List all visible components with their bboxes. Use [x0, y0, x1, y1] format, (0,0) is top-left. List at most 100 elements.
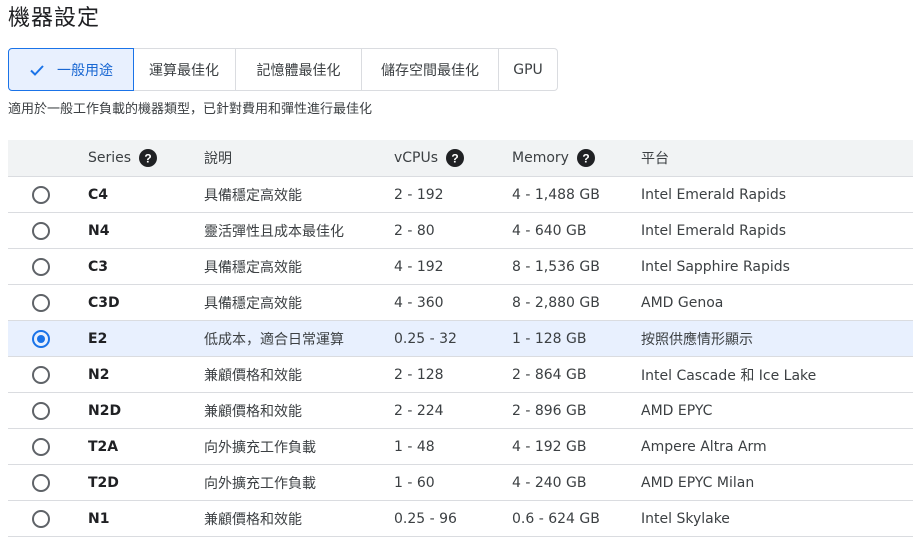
header-vcpus: vCPUs ? [394, 149, 512, 167]
table-row[interactable]: N4 靈活彈性且成本最佳化 2 - 80 4 - 640 GB Intel Emeral… [8, 213, 913, 249]
tab-gpu[interactable]: GPU [499, 48, 558, 91]
radio-cell [8, 437, 88, 456]
series-memory: 4 - 192 GB [512, 438, 587, 455]
help-icon[interactable]: ? [446, 149, 465, 167]
radio-cell [8, 365, 88, 384]
radio-cell [8, 257, 88, 276]
series-memory: 2 - 864 GB [512, 366, 587, 383]
series-memory: 1 - 128 GB [512, 330, 587, 347]
series-name: N4 [88, 222, 110, 239]
check-icon [29, 62, 45, 78]
series-name: C3 [88, 258, 109, 275]
table-row[interactable]: C3 具備穩定高效能 4 - 192 8 - 1,536 GB Intel Sapphi… [8, 249, 913, 285]
series-radio[interactable] [32, 221, 50, 240]
series-platform: AMD EPYC [641, 402, 713, 419]
series-description: 具備穩定高效能 [204, 187, 302, 204]
series-radio[interactable] [32, 473, 50, 492]
table-row[interactable]: T2D 向外擴充工作負載 1 - 60 4 - 240 GB AMD EPYC Mila… [8, 465, 913, 501]
series-radio[interactable] [32, 509, 50, 528]
series-radio[interactable] [32, 329, 50, 348]
series-description: 兼顧價格和效能 [204, 403, 302, 420]
header-series-label: Series [88, 150, 132, 166]
series-memory: 2 - 896 GB [512, 402, 587, 419]
series-platform: Ampere Altra Arm [641, 438, 767, 455]
table-body: C4 具備穩定高效能 2 - 192 4 - 1,488 GB Intel Emeral… [8, 177, 913, 537]
machine-family-tabs: 一般用途 運算最佳化 記憶體最佳化 儲存空間最佳化 GPU [8, 48, 558, 91]
family-description: 適用於一般工作負載的機器類型，已針對費用和彈性進行最佳化 [8, 102, 373, 117]
series-vcpus: 1 - 48 [394, 438, 435, 455]
series-name: N1 [88, 510, 110, 527]
header-vcpus-label: vCPUs [394, 150, 439, 166]
series-platform: Intel Sapphire Rapids [641, 258, 790, 275]
table-row[interactable]: E2 低成本，適合日常運算 0.25 - 32 1 - 128 GB 按照供應情形顯示 [8, 321, 913, 357]
series-platform: 按照供應情形顯示 [641, 331, 753, 348]
series-vcpus: 0.25 - 32 [394, 330, 457, 347]
table-row[interactable]: N1 兼顧價格和效能 0.25 - 96 0.6 - 624 GB Intel Skyl… [8, 501, 913, 537]
series-name: T2D [88, 474, 119, 491]
radio-cell [8, 293, 88, 312]
series-radio[interactable] [32, 401, 50, 420]
series-platform: Intel Emerald Rapids [641, 222, 787, 239]
series-name: C4 [88, 186, 109, 203]
series-platform: AMD EPYC Milan [641, 474, 755, 491]
series-vcpus: 4 - 192 [394, 258, 444, 275]
series-platform: Intel Emerald Rapids [641, 186, 787, 203]
tab-label: 運算最佳化 [149, 62, 219, 79]
series-vcpus: 0.25 - 96 [394, 510, 457, 527]
series-platform: Intel Cascade 和 Ice Lake [641, 367, 817, 384]
svg-text:?: ? [144, 152, 151, 166]
svg-text:?: ? [582, 152, 589, 166]
tab-label: GPU [513, 61, 543, 78]
series-memory: 0.6 - 624 GB [512, 510, 600, 527]
help-icon[interactable]: ? [576, 149, 595, 167]
series-description: 低成本，適合日常運算 [204, 331, 344, 348]
radio-cell [8, 221, 88, 240]
radio-cell [8, 473, 88, 492]
series-memory: 8 - 2,880 GB [512, 294, 600, 311]
table-row[interactable]: N2 兼顧價格和效能 2 - 128 2 - 864 GB Intel Cascade … [8, 357, 913, 393]
series-vcpus: 2 - 192 [394, 186, 444, 203]
series-vcpus: 2 - 128 [394, 366, 444, 383]
series-description: 向外擴充工作負載 [204, 475, 316, 492]
tab-storage-optimized[interactable]: 儲存空間最佳化 [362, 48, 499, 91]
table-row[interactable]: T2A 向外擴充工作負載 1 - 48 4 - 192 GB Ampere Altra … [8, 429, 913, 465]
series-memory: 4 - 1,488 GB [512, 186, 600, 203]
series-memory: 4 - 640 GB [512, 222, 587, 239]
series-radio[interactable] [32, 437, 50, 456]
header-memory-label: Memory [512, 150, 569, 166]
series-memory: 4 - 240 GB [512, 474, 587, 491]
radio-cell [8, 509, 88, 528]
series-radio[interactable] [32, 257, 50, 276]
tab-general-purpose[interactable]: 一般用途 [8, 48, 134, 91]
series-platform: Intel Skylake [641, 510, 730, 527]
header-memory: Memory ? [512, 149, 641, 167]
series-description: 靈活彈性且成本最佳化 [204, 223, 344, 240]
series-vcpus: 2 - 224 [394, 402, 444, 419]
series-name: N2 [88, 366, 110, 383]
table-row[interactable]: C4 具備穩定高效能 2 - 192 4 - 1,488 GB Intel Emeral… [8, 177, 913, 213]
series-description: 兼顧價格和效能 [204, 367, 302, 384]
table-row[interactable]: C3D 具備穩定高效能 4 - 360 8 - 2,880 GB AMD Genoa [8, 285, 913, 321]
tab-label: 記憶體最佳化 [256, 62, 341, 79]
help-icon[interactable]: ? [139, 149, 158, 167]
series-name: T2A [88, 438, 119, 455]
tab-compute-optimized[interactable]: 運算最佳化 [133, 48, 236, 91]
tab-memory-optimized[interactable]: 記憶體最佳化 [236, 48, 362, 91]
series-radio[interactable] [32, 185, 50, 204]
radio-cell [8, 401, 88, 420]
table-row[interactable]: N2D 兼顧價格和效能 2 - 224 2 - 896 GB AMD EPYC [8, 393, 913, 429]
series-radio[interactable] [32, 365, 50, 384]
series-description: 具備穩定高效能 [204, 295, 302, 312]
header-series: Series ? [88, 149, 204, 167]
series-description: 兼顧價格和效能 [204, 511, 302, 528]
radio-cell [8, 329, 88, 348]
header-description: 說明 [204, 151, 232, 167]
header-platform: 平台 [641, 151, 669, 167]
series-name: N2D [88, 402, 122, 419]
series-name: C3D [88, 294, 120, 311]
series-radio[interactable] [32, 293, 50, 312]
series-vcpus: 2 - 80 [394, 222, 435, 239]
table-header: Series ? 說明 vCPUs ? Memory ? 平台 [8, 140, 913, 177]
series-name: E2 [88, 330, 108, 347]
machine-series-table: Series ? 說明 vCPUs ? Memory ? 平台 C4 具備穩定高效… [8, 140, 913, 537]
